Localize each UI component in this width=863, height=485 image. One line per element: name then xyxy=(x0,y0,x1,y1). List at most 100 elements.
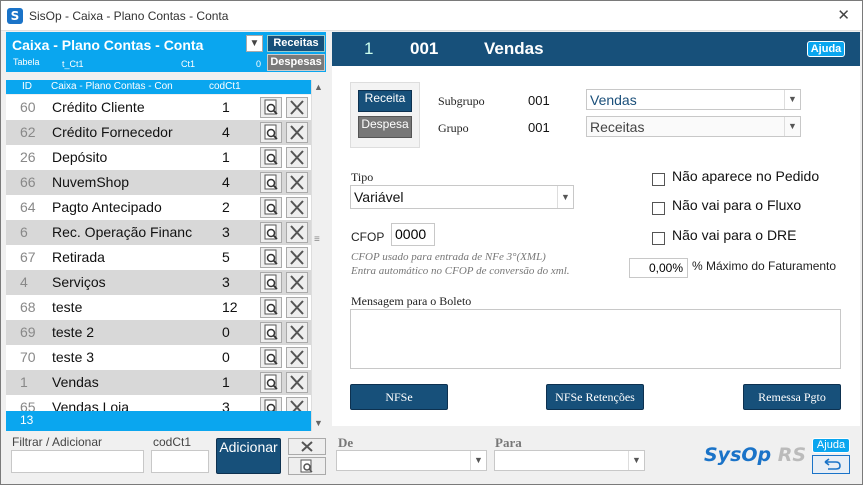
row-name: Pagto Antecipado xyxy=(52,199,162,215)
delete-row-button[interactable] xyxy=(286,197,308,218)
delete-row-button[interactable] xyxy=(286,222,308,243)
col-cod[interactable]: codCt1 xyxy=(209,81,241,92)
table-row[interactable]: 26 Depósito 1 xyxy=(6,145,311,170)
col-name[interactable]: Caixa - Plano Contas - Con xyxy=(51,81,173,92)
view-row-button[interactable] xyxy=(260,297,282,318)
search-doc-icon xyxy=(264,374,278,390)
remessa-pgto-button[interactable]: Remessa Pgto xyxy=(743,384,841,410)
delete-row-button[interactable] xyxy=(286,297,308,318)
back-button[interactable] xyxy=(812,455,850,474)
delete-row-button[interactable] xyxy=(286,322,308,343)
view-row-button[interactable] xyxy=(260,322,282,343)
filter-input[interactable] xyxy=(11,450,144,473)
view-row-button[interactable] xyxy=(260,222,282,243)
pct-input[interactable]: 0,00% xyxy=(629,258,688,278)
search-doc-icon xyxy=(264,199,278,215)
tipo-select[interactable]: Variável ▼ xyxy=(350,185,574,209)
delete-row-button[interactable] xyxy=(286,97,308,118)
subgrupo-select[interactable]: Vendas ▼ xyxy=(586,89,801,110)
col-id[interactable]: ID xyxy=(22,81,32,92)
para-select[interactable]: ▼ xyxy=(494,450,645,471)
delete-row-button[interactable] xyxy=(286,147,308,168)
search-doc-icon xyxy=(264,99,278,115)
row-name: Rec. Operação Financ xyxy=(52,224,193,240)
tipo-value: Variável xyxy=(354,189,404,205)
delete-row-button[interactable] xyxy=(286,372,308,393)
detail-name: Vendas xyxy=(484,39,544,58)
delete-x-icon xyxy=(290,325,304,340)
delete-row-button[interactable] xyxy=(286,347,308,368)
scroll-grip-icon[interactable]: ≡ xyxy=(314,234,320,245)
chevron-down-icon: ▼ xyxy=(628,451,644,470)
row-cod: 3 xyxy=(222,224,230,240)
table-row[interactable]: 68 teste 12 xyxy=(6,295,311,320)
accounts-grid: 60 Crédito Cliente 1 62 Crédito Fornecedor 4 2… xyxy=(6,95,311,411)
grupo-value: Receitas xyxy=(590,119,645,135)
delete-row-button[interactable] xyxy=(286,247,308,268)
delete-row-button[interactable] xyxy=(286,122,308,143)
add-button[interactable]: Adicionar xyxy=(216,438,281,474)
view-row-button[interactable] xyxy=(260,172,282,193)
search-doc-button[interactable] xyxy=(288,457,326,475)
view-row-button[interactable] xyxy=(260,247,282,268)
de-select[interactable]: ▼ xyxy=(336,450,487,471)
table-row[interactable]: 6 Rec. Operação Financ 3 xyxy=(6,220,311,245)
grid-scrollbar[interactable]: ▲ ≡ ▼ xyxy=(311,80,326,431)
despesas-button[interactable]: Despesas xyxy=(267,54,325,71)
table-row[interactable]: 60 Crédito Cliente 1 xyxy=(6,95,311,120)
codct1-input[interactable] xyxy=(151,450,209,473)
view-row-button[interactable] xyxy=(260,197,282,218)
title-bar: S SisOp - Caixa - Plano Contas - Conta ✕ xyxy=(1,1,862,31)
scroll-down-icon[interactable]: ▼ xyxy=(314,418,323,428)
table-row[interactable]: 65 Vendas Loja 3 xyxy=(6,395,311,411)
grupo-select[interactable]: Receitas ▼ xyxy=(586,116,801,137)
row-cod: 5 xyxy=(222,249,230,265)
table-row[interactable]: 1 Vendas 1 xyxy=(6,370,311,395)
view-row-button[interactable] xyxy=(260,147,282,168)
view-row-button[interactable] xyxy=(260,372,282,393)
nfse-button[interactable]: NFSe xyxy=(350,384,448,410)
receita-button[interactable]: Receita xyxy=(358,90,412,112)
table-row[interactable]: 62 Crédito Fornecedor 4 xyxy=(6,120,311,145)
search-doc-icon xyxy=(264,149,278,165)
window: S SisOp - Caixa - Plano Contas - Conta ✕… xyxy=(0,0,863,485)
view-row-button[interactable] xyxy=(260,272,282,293)
scroll-up-icon[interactable]: ▲ xyxy=(314,82,323,92)
grid-footer: 13 xyxy=(6,411,311,431)
row-name: teste 3 xyxy=(52,349,95,365)
cfop-input[interactable]: 0000 xyxy=(391,223,435,246)
receitas-button[interactable]: Receitas xyxy=(267,35,325,52)
table-row[interactable]: 67 Retirada 5 xyxy=(6,245,311,270)
subgrupo-code: 001 xyxy=(528,93,550,108)
delete-row-button[interactable] xyxy=(286,172,308,193)
chevron-down-icon[interactable]: ▼ xyxy=(246,35,263,52)
delete-row-button[interactable] xyxy=(286,397,308,411)
view-row-button[interactable] xyxy=(260,122,282,143)
help-button[interactable]: Ajuda xyxy=(807,41,845,57)
close-icon[interactable]: ✕ xyxy=(837,6,850,24)
detail-header: 1 001 Vendas Ajuda xyxy=(332,32,860,66)
chk-pedido[interactable] xyxy=(652,173,665,186)
view-row-button[interactable] xyxy=(260,397,282,411)
cfop-hint-2: Entra automático no CFOP de conversão do… xyxy=(351,265,570,277)
row-id: 68 xyxy=(20,299,36,315)
cfop-hint-1: CFOP usado para entrada de NFe 3°(XML) xyxy=(351,251,546,263)
view-row-button[interactable] xyxy=(260,97,282,118)
view-row-button[interactable] xyxy=(260,347,282,368)
footer-help-button[interactable]: Ajuda xyxy=(812,438,850,453)
boleto-message-textarea[interactable] xyxy=(350,309,841,369)
table-row[interactable]: 69 teste 2 0 xyxy=(6,320,311,345)
table-row[interactable]: 66 NuvemShop 4 xyxy=(6,170,311,195)
chk-dre[interactable] xyxy=(652,232,665,245)
tools-button[interactable] xyxy=(288,438,326,455)
chk-fluxo[interactable] xyxy=(652,202,665,215)
codct1-label: codCt1 xyxy=(153,435,192,449)
delete-x-icon xyxy=(290,375,304,390)
nfse-retencoes-button[interactable]: NFSe Retenções xyxy=(546,384,644,410)
table-row[interactable]: 4 Serviços 3 xyxy=(6,270,311,295)
table-row[interactable]: 70 teste 3 0 xyxy=(6,345,311,370)
chevron-down-icon: ▼ xyxy=(470,451,486,470)
despesa-button[interactable]: Despesa xyxy=(358,116,412,138)
table-row[interactable]: 64 Pagto Antecipado 2 xyxy=(6,195,311,220)
delete-row-button[interactable] xyxy=(286,272,308,293)
